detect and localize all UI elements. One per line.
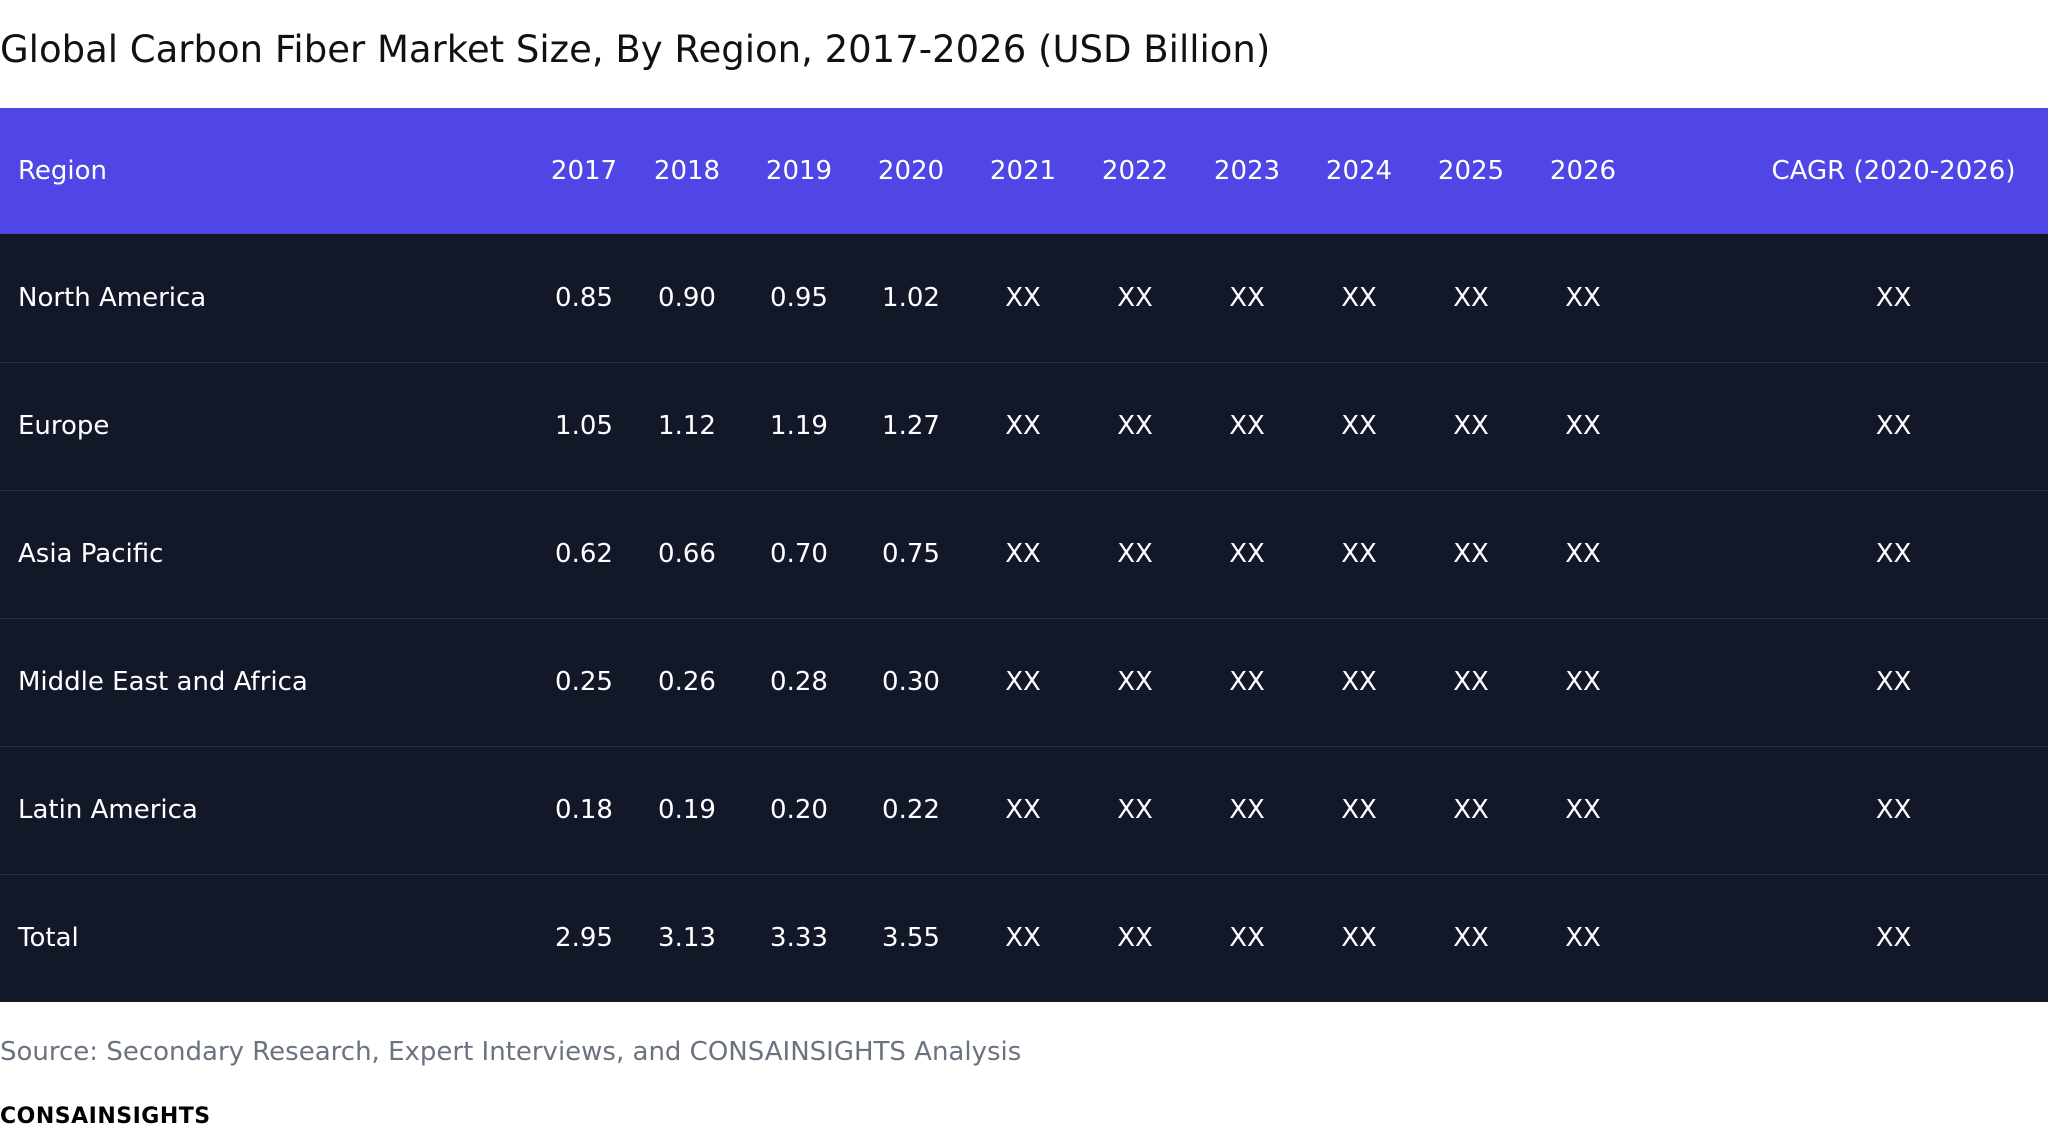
header-2023: 2023 bbox=[1213, 156, 1281, 186]
value-2019: 0.28 bbox=[770, 667, 828, 697]
header-2019: 2019 bbox=[765, 156, 833, 186]
header-2026: 2026 bbox=[1549, 156, 1617, 186]
brand-logo-text: CONSAINSIGHTS bbox=[0, 1104, 211, 1129]
value-2021: XX bbox=[1005, 795, 1041, 825]
value-2021: XX bbox=[1005, 411, 1041, 441]
value-2018: 0.66 bbox=[658, 539, 716, 569]
value-2022: XX bbox=[1117, 923, 1153, 954]
table-row-north-america: North America 0.85 0.90 0.95 1.02 XX XX … bbox=[0, 234, 2048, 362]
value-2021: XX bbox=[1005, 923, 1041, 954]
value-2026: XX bbox=[1565, 282, 1601, 313]
table-row-latin-america: Latin America 0.18 0.19 0.20 0.22 XX XX … bbox=[0, 746, 2048, 874]
value-2022: XX bbox=[1117, 411, 1153, 441]
header-2021: 2021 bbox=[989, 156, 1057, 186]
region-name: Middle East and Africa bbox=[18, 667, 308, 697]
value-2019: 3.33 bbox=[770, 923, 828, 954]
value-2024: XX bbox=[1341, 282, 1377, 313]
header-2025: 2025 bbox=[1437, 156, 1505, 186]
market-size-table: Region 2017 2018 2019 2020 2021 2022 202… bbox=[0, 108, 2048, 1002]
region-name: Europe bbox=[18, 411, 110, 441]
value-2025: XX bbox=[1453, 411, 1489, 441]
value-2022: XX bbox=[1117, 282, 1153, 313]
value-2018: 0.26 bbox=[658, 667, 716, 697]
value-2026: XX bbox=[1565, 923, 1601, 954]
value-2026: XX bbox=[1565, 667, 1601, 697]
value-2018: 0.90 bbox=[658, 282, 716, 313]
value-2024: XX bbox=[1341, 539, 1377, 569]
value-2019: 0.70 bbox=[770, 539, 828, 569]
value-2018: 1.12 bbox=[658, 411, 716, 441]
table-header-row: Region 2017 2018 2019 2020 2021 2022 202… bbox=[0, 108, 2048, 234]
value-2023: XX bbox=[1229, 795, 1265, 825]
value-2023: XX bbox=[1229, 411, 1265, 441]
value-2025: XX bbox=[1453, 667, 1489, 697]
value-2017: 1.05 bbox=[555, 411, 613, 441]
value-2017: 0.18 bbox=[555, 795, 613, 825]
table-row-total: Total 2.95 3.13 3.33 3.55 XX XX XX XX XX… bbox=[0, 874, 2048, 1002]
value-2019: 0.20 bbox=[770, 795, 828, 825]
value-2020: 0.75 bbox=[882, 539, 940, 569]
value-2018: 3.13 bbox=[658, 923, 716, 954]
region-name: Asia Pacific bbox=[18, 539, 164, 569]
header-2018: 2018 bbox=[653, 156, 721, 186]
value-2019: 1.19 bbox=[770, 411, 828, 441]
value-2022: XX bbox=[1117, 539, 1153, 569]
value-cagr: XX bbox=[1875, 923, 1912, 954]
header-2022: 2022 bbox=[1101, 156, 1169, 186]
value-2020: 1.27 bbox=[882, 411, 940, 441]
table-row-europe: Europe 1.05 1.12 1.19 1.27 XX XX XX XX X… bbox=[0, 362, 2048, 490]
header-2024: 2024 bbox=[1325, 156, 1393, 186]
region-name: Total bbox=[18, 923, 79, 954]
value-2017: 0.85 bbox=[555, 282, 613, 313]
value-cagr: XX bbox=[1875, 282, 1912, 313]
region-name: Latin America bbox=[18, 795, 198, 825]
value-2022: XX bbox=[1117, 667, 1153, 697]
value-2023: XX bbox=[1229, 667, 1265, 697]
value-2024: XX bbox=[1341, 667, 1377, 697]
value-2017: 2.95 bbox=[555, 923, 613, 954]
value-2025: XX bbox=[1453, 795, 1489, 825]
value-cagr: XX bbox=[1875, 795, 1912, 825]
value-2024: XX bbox=[1341, 923, 1377, 954]
value-2023: XX bbox=[1229, 923, 1265, 954]
value-2026: XX bbox=[1565, 795, 1601, 825]
value-2020: 3.55 bbox=[882, 923, 940, 954]
table-row-middle-east-africa: Middle East and Africa 0.25 0.26 0.28 0.… bbox=[0, 618, 2048, 746]
value-2024: XX bbox=[1341, 411, 1377, 441]
value-2024: XX bbox=[1341, 795, 1377, 825]
value-2021: XX bbox=[1005, 539, 1041, 569]
header-2020: 2020 bbox=[877, 156, 945, 186]
value-2020: 0.30 bbox=[882, 667, 940, 697]
value-2025: XX bbox=[1453, 923, 1489, 954]
value-cagr: XX bbox=[1875, 539, 1912, 569]
value-2022: XX bbox=[1117, 795, 1153, 825]
value-2023: XX bbox=[1229, 539, 1265, 569]
value-2017: 0.25 bbox=[555, 667, 613, 697]
table-row-asia-pacific: Asia Pacific 0.62 0.66 0.70 0.75 XX XX X… bbox=[0, 490, 2048, 618]
value-2021: XX bbox=[1005, 282, 1041, 313]
value-2018: 0.19 bbox=[658, 795, 716, 825]
value-2026: XX bbox=[1565, 411, 1601, 441]
header-cagr: CAGR (2020-2026) bbox=[1771, 156, 2016, 186]
value-2021: XX bbox=[1005, 667, 1041, 697]
table-title: Global Carbon Fiber Market Size, By Regi… bbox=[0, 28, 1271, 71]
value-2025: XX bbox=[1453, 539, 1489, 569]
value-2023: XX bbox=[1229, 282, 1265, 313]
header-region: Region bbox=[18, 156, 108, 186]
value-cagr: XX bbox=[1875, 667, 1912, 697]
value-2025: XX bbox=[1453, 282, 1489, 313]
value-2020: 1.02 bbox=[882, 282, 940, 313]
source-note: Source: Secondary Research, Expert Inter… bbox=[0, 1037, 1022, 1067]
region-name: North America bbox=[18, 282, 207, 313]
value-2020: 0.22 bbox=[882, 795, 940, 825]
header-2017: 2017 bbox=[550, 156, 618, 186]
value-2017: 0.62 bbox=[555, 539, 613, 569]
value-2026: XX bbox=[1565, 539, 1601, 569]
value-2019: 0.95 bbox=[770, 282, 828, 313]
value-cagr: XX bbox=[1875, 411, 1912, 441]
